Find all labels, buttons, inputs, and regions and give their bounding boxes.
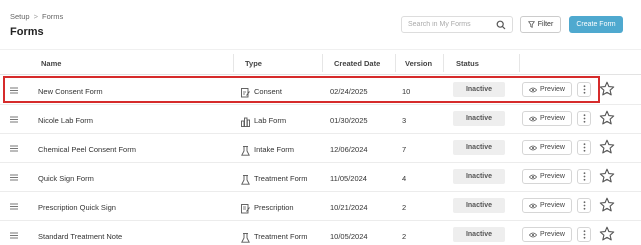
form-type: Lab Form [254, 116, 287, 125]
form-name-link[interactable]: Prescription Quick Sign [38, 203, 116, 212]
form-type: Treatment Form [254, 174, 308, 183]
drag-handle-icon[interactable] [10, 203, 18, 210]
status-badge: Inactive [453, 140, 505, 155]
more-options-button[interactable] [577, 198, 591, 213]
kebab-menu-icon [583, 114, 585, 123]
form-name-link[interactable]: Quick Sign Form [38, 174, 94, 183]
form-name-link[interactable]: Chemical Peel Consent Form [38, 145, 136, 154]
form-type: Prescription [254, 203, 294, 212]
preview-button[interactable]: Preview [522, 198, 572, 213]
column-divider [233, 54, 234, 72]
preview-button-label: Preview [540, 173, 565, 180]
table-row[interactable]: Standard Treatment Note Treatment Form 10/… [0, 221, 641, 245]
created-date: 01/30/2025 [330, 116, 368, 125]
column-divider [322, 54, 323, 72]
filter-icon [527, 21, 535, 28]
page-title: Forms [10, 26, 44, 38]
breadcrumb: Setup > Forms [10, 12, 63, 21]
form-name-link[interactable]: Standard Treatment Note [38, 232, 122, 241]
treatment-form-icon [241, 172, 250, 185]
form-type: Treatment Form [254, 232, 308, 241]
favorite-star-icon[interactable] [599, 226, 615, 242]
eye-icon [529, 116, 538, 121]
created-date: 12/06/2024 [330, 145, 368, 154]
more-options-button[interactable] [577, 169, 591, 184]
search-input[interactable] [402, 21, 492, 28]
column-header-created-date[interactable]: Created Date [334, 59, 380, 68]
more-options-button[interactable] [577, 111, 591, 126]
column-header-status[interactable]: Status [456, 59, 479, 68]
status-badge: Inactive [453, 111, 505, 126]
favorite-star-icon[interactable] [599, 139, 615, 155]
breadcrumb-current: Forms [42, 12, 64, 21]
preview-button[interactable]: Preview [522, 227, 572, 242]
kebab-menu-icon [583, 143, 585, 152]
column-divider [443, 54, 444, 72]
preview-button-label: Preview [540, 231, 565, 238]
create-form-button[interactable]: Create Form [569, 16, 623, 33]
drag-handle-icon[interactable] [10, 116, 18, 123]
drag-handle-icon[interactable] [10, 232, 18, 239]
status-badge: Inactive [453, 227, 505, 242]
preview-button[interactable]: Preview [522, 111, 572, 126]
search-icon[interactable] [496, 20, 506, 30]
created-date: 10/05/2024 [330, 232, 368, 241]
search-box [401, 16, 513, 33]
column-divider [395, 54, 396, 72]
column-header-version[interactable]: Version [405, 59, 432, 68]
prescription-icon [241, 201, 250, 214]
eye-icon [529, 203, 538, 208]
intake-form-icon [241, 143, 250, 156]
eye-icon [529, 232, 538, 237]
breadcrumb-setup-link[interactable]: Setup [10, 12, 30, 21]
kebab-menu-icon [583, 201, 585, 210]
preview-button[interactable]: Preview [522, 140, 572, 155]
eye-icon [529, 174, 538, 179]
table-header: Name Type Created Date Version Status [0, 49, 641, 75]
table-row[interactable]: Prescription Quick Sign Prescription 10/21… [0, 192, 641, 221]
form-version: 2 [402, 232, 407, 241]
page-header: Setup > Forms Forms Filter Create Form [0, 0, 641, 45]
favorite-star-icon[interactable] [599, 168, 615, 184]
preview-button[interactable]: Preview [522, 169, 572, 184]
more-options-button[interactable] [577, 227, 591, 242]
created-date: 11/05/2024 [330, 174, 367, 183]
breadcrumb-separator: > [33, 12, 38, 21]
eye-icon [529, 145, 538, 150]
table-row[interactable]: Nicole Lab Form Lab Form 01/30/2025 3 Inacti… [0, 105, 641, 134]
form-name-link[interactable]: Nicole Lab Form [38, 116, 93, 125]
form-version: 7 [402, 145, 407, 154]
form-version: 4 [402, 174, 407, 183]
more-options-button[interactable] [577, 140, 591, 155]
preview-button-label: Preview [540, 115, 565, 122]
favorite-star-icon[interactable] [599, 110, 615, 126]
form-version: 2 [402, 203, 407, 212]
column-divider [519, 54, 520, 72]
table-row[interactable]: Chemical Peel Consent Form Intake Form 12/… [0, 134, 641, 163]
selected-row-highlight [3, 76, 600, 103]
form-type: Intake Form [254, 145, 295, 154]
drag-handle-icon[interactable] [10, 174, 18, 181]
favorite-star-icon[interactable] [599, 81, 615, 97]
form-version: 3 [402, 116, 407, 125]
table-row[interactable]: Quick Sign Form Treatment Form 11/05/2024 4… [0, 163, 641, 192]
treatment-form-icon [241, 230, 250, 243]
kebab-menu-icon [583, 172, 585, 181]
lab-form-icon [241, 114, 250, 127]
filter-button-label: Filter [537, 21, 554, 28]
column-header-name[interactable]: Name [41, 59, 61, 68]
preview-button-label: Preview [540, 202, 565, 209]
status-badge: Inactive [453, 169, 505, 184]
column-header-type[interactable]: Type [245, 59, 262, 68]
status-badge: Inactive [453, 198, 505, 213]
created-date: 10/21/2024 [330, 203, 368, 212]
filter-button[interactable]: Filter [520, 16, 561, 33]
preview-button-label: Preview [540, 144, 565, 151]
kebab-menu-icon [583, 230, 585, 239]
drag-handle-icon[interactable] [10, 145, 18, 152]
favorite-star-icon[interactable] [599, 197, 615, 213]
